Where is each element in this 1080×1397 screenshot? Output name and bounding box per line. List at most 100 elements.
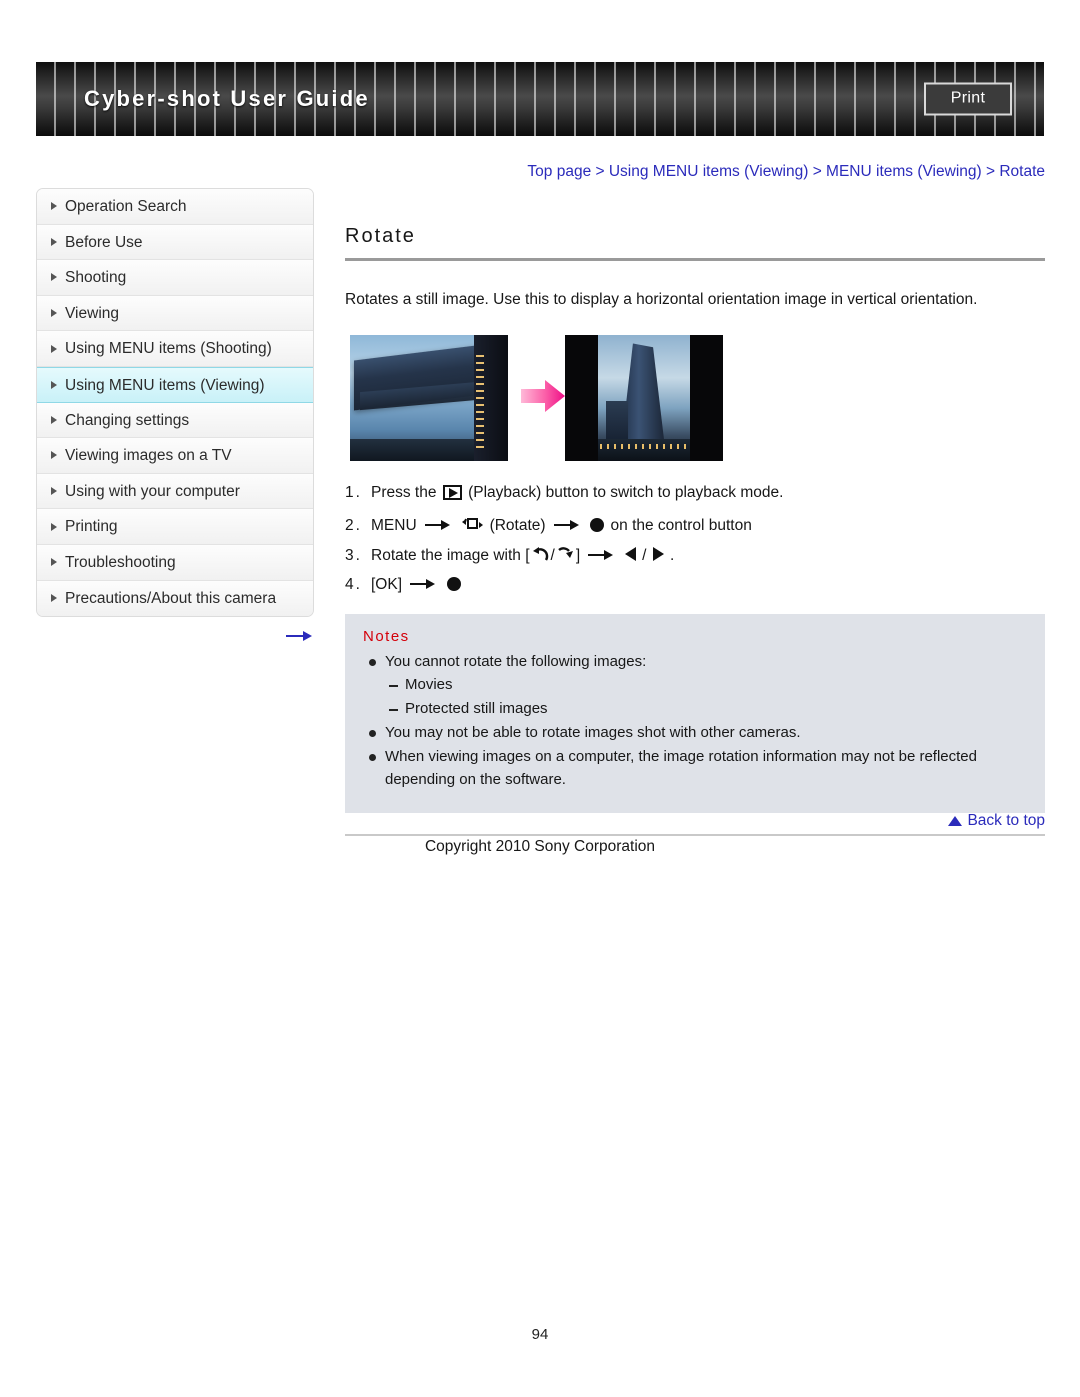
step-number: 1. — [345, 484, 362, 502]
arrow-right-icon — [553, 519, 580, 531]
print-button[interactable]: Print — [924, 82, 1012, 116]
sidebar-item-label: Using MENU items (Shooting) — [65, 340, 272, 358]
chevron-right-icon — [51, 415, 57, 424]
title-divider — [345, 258, 1045, 261]
note-item: When viewing images on a computer, the i… — [363, 746, 1027, 768]
building-shape-vertical — [622, 343, 664, 440]
arrow-right-icon — [410, 578, 436, 590]
intro-paragraph: Rotates a still image. Use this to displ… — [345, 291, 978, 308]
step-3-text-b: ] — [575, 547, 581, 564]
sidebar-item-label: Shooting — [65, 269, 127, 287]
note-item: You cannot rotate the following images: — [363, 651, 1027, 673]
sidebar-item-label: Printing — [65, 518, 118, 536]
content-title: Rotate — [345, 225, 416, 247]
sidebar-item-label: Precautions/About this camera — [65, 589, 277, 607]
back-to-top-label: Back to top — [967, 812, 1045, 829]
sidebar-item-before-use[interactable]: Before Use — [37, 224, 313, 261]
chevron-right-icon — [51, 558, 57, 567]
arrow-right-icon — [424, 519, 451, 531]
chevron-right-icon — [51, 451, 57, 460]
notes-list: You cannot rotate the following images: M… — [363, 651, 1027, 792]
rotate-ccw-icon — [532, 547, 548, 561]
step-number: 2. — [345, 516, 362, 534]
notes-box: Notes You cannot rotate the following im… — [345, 613, 1045, 814]
step-1-text-b: (Playback) button to switch to playback … — [468, 484, 784, 502]
city-lights-shape-vertical — [600, 444, 686, 450]
note-item: Movies — [363, 674, 1027, 696]
step-3-slash: / — [550, 547, 555, 564]
chevron-right-icon — [51, 237, 57, 246]
playback-icon — [442, 485, 462, 501]
chevron-right-icon — [51, 273, 57, 282]
ground-shape-vertical — [598, 439, 690, 462]
page-root: Cyber-shot User Guide Print Top page > U… — [0, 0, 1080, 1397]
ground-shape — [350, 439, 476, 462]
sidebar-nav: Operation Search Before Use Shooting Viewin… — [36, 188, 314, 618]
sidebar-item-using-menu-items-shooting[interactable]: Using MENU items (Shooting) — [37, 331, 313, 367]
sidebar-item-printing[interactable]: Printing — [37, 509, 313, 545]
triangle-left-icon — [624, 547, 636, 561]
step-3-text-a: Rotate the image with [ — [371, 547, 530, 564]
chevron-right-icon — [51, 380, 57, 389]
sidebar-item-using-menu-items-viewing[interactable]: Using MENU items (Viewing) — [37, 366, 313, 403]
photo-after-image-area — [598, 335, 690, 462]
note-item: depending on the software. — [385, 771, 566, 789]
chevron-right-icon — [51, 594, 57, 603]
step-2-text-b: (Rotate) — [489, 516, 546, 534]
rotate-cw-icon — [558, 547, 573, 558]
sidebar-item-shooting[interactable]: Shooting — [37, 260, 313, 296]
sidebar-item-label: Using with your computer — [65, 482, 240, 500]
rotate-icon — [462, 517, 484, 529]
sidebar-item-precautions-about-this-camera[interactable]: Precautions/About this camera — [37, 580, 313, 617]
step-1: 1. Press the (Playback) button to switch … — [345, 484, 1045, 502]
sidebar-item-troubleshooting[interactable]: Troubleshooting — [37, 544, 313, 581]
sidebar-item-label: Viewing images on a TV — [65, 447, 232, 465]
sidebar-item-label: Before Use — [65, 233, 143, 251]
triangle-up-icon — [948, 816, 963, 826]
chevron-right-icon — [51, 344, 57, 353]
chevron-right-icon — [51, 309, 57, 318]
step-number: 3. — [345, 547, 362, 564]
step-number: 4. — [345, 576, 362, 594]
contents-list-link[interactable] — [36, 627, 314, 645]
control-dot-icon — [446, 577, 461, 592]
rotation-arrow-icon — [521, 380, 565, 413]
step-4: 4. [OK] — [345, 576, 1045, 594]
sidebar-item-label: Operation Search — [65, 198, 187, 215]
sidebar-item-label: Viewing — [65, 304, 120, 322]
rotate-example-figure — [345, 335, 1045, 463]
sidebar-item-using-with-your-computer[interactable]: Using with your computer — [37, 473, 313, 510]
building-shape-vertical-secondary — [606, 401, 628, 442]
sidebar-item-label: Changing settings — [65, 411, 190, 429]
note-item: You may not be able to rotate images sho… — [363, 722, 1027, 744]
sidebar-item-operation-search[interactable]: Operation Search — [37, 189, 313, 225]
back-to-top-link[interactable]: Back to top — [345, 812, 1045, 836]
step-1-text-a: Press the — [371, 484, 437, 502]
triangle-right-icon — [652, 547, 664, 561]
photo-after-rotation — [565, 335, 723, 462]
instruction-steps: 1. Press the (Playback) button to switch … — [345, 485, 1045, 593]
page-title-banner: Cyber-shot User Guide — [84, 86, 370, 111]
breadcrumb[interactable]: Top page > Using MENU items (Viewing) > … — [345, 163, 1045, 181]
chevron-right-icon — [51, 202, 57, 211]
photo-before-rotation — [350, 335, 508, 462]
sidebar-item-changing-settings[interactable]: Changing settings — [37, 402, 313, 439]
step-2-text-a: MENU — [371, 516, 417, 534]
chevron-right-icon — [51, 487, 57, 496]
sidebar-item-viewing[interactable]: Viewing — [37, 295, 313, 332]
step-2-text-c: on the control button — [610, 516, 752, 534]
step-3-period: . — [670, 547, 675, 564]
step-4-text-a: [OK] — [371, 576, 403, 594]
notes-title: Notes — [363, 627, 410, 645]
control-dot-icon — [590, 517, 605, 532]
sidebar-item-viewing-images-on-a-tv[interactable]: Viewing images on a TV — [37, 438, 313, 474]
step-3: 3. Rotate the image with [ / ] / . — [345, 547, 1045, 564]
note-item: Protected still images — [363, 698, 1027, 720]
header-banner: Cyber-shot User Guide Print — [36, 62, 1044, 136]
page-number: 94 — [531, 1326, 549, 1343]
chevron-right-icon — [51, 522, 57, 531]
arrow-right-icon — [286, 630, 312, 641]
copyright-text: Copyright 2010 Sony Corporation — [424, 838, 656, 855]
sidebar-item-label: Using MENU items (Viewing) — [65, 376, 265, 394]
step-2: 2. MENU (Rotate) on the control button — [345, 515, 1045, 534]
